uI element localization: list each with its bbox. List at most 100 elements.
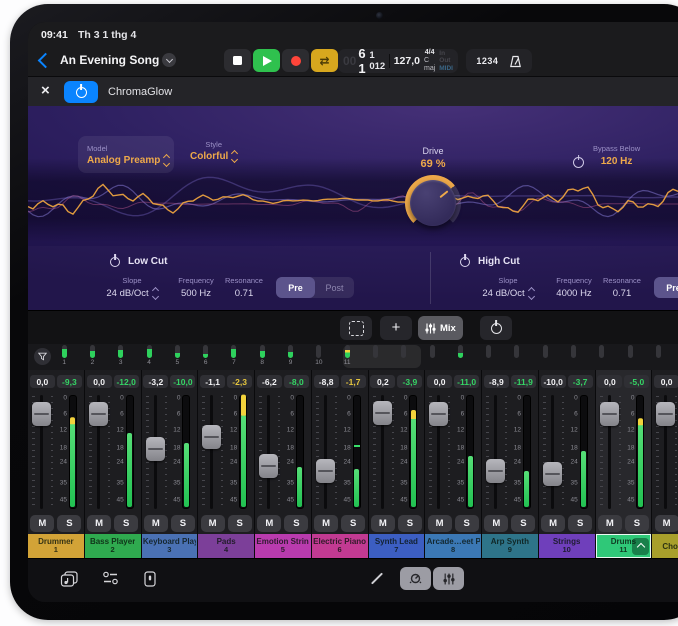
low-cut-slope[interactable]: Slope 24 dB/Oct — [104, 276, 160, 299]
volume-readout[interactable]: 0,0 — [597, 375, 622, 388]
smart-controls-button[interactable] — [400, 567, 431, 590]
volume-readout[interactable]: 0,0 — [30, 375, 55, 388]
song-title[interactable]: An Evening Song — [60, 53, 159, 67]
peak-readout[interactable]: -3,9 — [397, 375, 422, 388]
track-name-label[interactable]: Drummer1 — [28, 534, 84, 558]
track-name-label[interactable]: Strings10 — [539, 534, 595, 558]
volume-readout[interactable]: 0,2 — [370, 375, 395, 388]
add-track-button[interactable]: + — [380, 316, 412, 340]
fader-tile-button[interactable] — [144, 571, 156, 587]
collapse-button[interactable] — [632, 538, 649, 555]
metronome-icon[interactable] — [509, 55, 522, 68]
peak-readout[interactable]: -12,0 — [114, 375, 139, 388]
track-name-label[interactable]: Synth Lead7 — [369, 534, 425, 558]
track-name-label[interactable]: Arp Synth9 — [482, 534, 538, 558]
track-name-label[interactable]: Electric Piano6 — [312, 534, 368, 558]
style-selector[interactable]: Style Colorful — [190, 140, 237, 162]
fader-handle[interactable] — [656, 402, 675, 426]
play-button[interactable] — [253, 49, 280, 72]
song-menu-button[interactable] — [162, 53, 176, 67]
lcd-display[interactable]: 00 6 1 1 012 127,0 4/4 C maj In Out MIDI — [338, 49, 458, 73]
stop-button[interactable] — [224, 49, 251, 72]
loop-browser-button[interactable] — [60, 571, 79, 588]
volume-readout[interactable]: -8,8 — [314, 375, 339, 388]
fader-handle[interactable] — [316, 459, 335, 483]
bypass-power-button[interactable] — [573, 155, 584, 173]
fader-handle[interactable] — [146, 437, 165, 461]
record-button[interactable] — [282, 49, 309, 72]
solo-button[interactable]: S — [568, 515, 592, 532]
peak-readout[interactable]: -3,7 — [568, 375, 593, 388]
model-selector[interactable]: Model Analog Preamp — [78, 136, 174, 173]
high-cut-resonance[interactable]: Resonance 0.71 — [596, 276, 648, 299]
pre-option[interactable]: Pre — [654, 277, 678, 298]
peak-readout[interactable]: -11,9 — [511, 375, 536, 388]
solo-button[interactable]: S — [455, 515, 479, 532]
solo-button[interactable]: S — [511, 515, 535, 532]
high-cut-slope[interactable]: Slope 24 dB/Oct — [480, 276, 536, 299]
filter-button[interactable] — [34, 348, 51, 365]
track-name-label[interactable]: Emotion Strings5 — [255, 534, 311, 558]
volume-readout[interactable]: -1,1 — [200, 375, 225, 388]
post-option[interactable]: Post — [315, 277, 354, 298]
fader-handle[interactable] — [202, 425, 221, 449]
mute-button[interactable]: M — [257, 515, 281, 532]
peak-readout[interactable]: -9,3 — [57, 375, 82, 388]
solo-button[interactable]: S — [171, 515, 195, 532]
solo-button[interactable]: S — [228, 515, 252, 532]
peak-readout[interactable]: -10,0 — [170, 375, 195, 388]
high-cut-power-button[interactable] — [460, 257, 470, 267]
fader-handle[interactable] — [373, 401, 392, 425]
low-cut-power-button[interactable] — [110, 257, 120, 267]
mute-button[interactable]: M — [541, 515, 565, 532]
mix-button[interactable]: Mix — [418, 316, 463, 340]
peak-readout[interactable]: -11,0 — [454, 375, 479, 388]
fader-handle[interactable] — [89, 402, 108, 426]
mute-button[interactable]: M — [655, 515, 678, 532]
solo-button[interactable]: S — [284, 515, 308, 532]
solo-button[interactable]: S — [625, 515, 649, 532]
track-name-label[interactable]: Bass Player2 — [85, 534, 141, 558]
count-in-button[interactable]: 1234 — [476, 56, 498, 66]
cycle-button[interactable]: ⇄ — [311, 49, 338, 72]
track-name-label[interactable]: Pads4 — [198, 534, 254, 558]
solo-button[interactable]: S — [57, 515, 81, 532]
fader-handle[interactable] — [32, 402, 51, 426]
pre-option[interactable]: Pre — [276, 277, 315, 298]
mute-button[interactable]: M — [314, 515, 338, 532]
volume-readout[interactable]: -6,2 — [257, 375, 282, 388]
bypass-below-control[interactable]: Bypass Below 120 Hz — [593, 144, 640, 167]
peak-readout[interactable]: -2,3 — [227, 375, 252, 388]
drive-knob[interactable] — [405, 175, 461, 231]
track-name-label[interactable]: Keyboard Player3 — [142, 534, 198, 558]
mute-button[interactable]: M — [371, 515, 395, 532]
plugin-power-button[interactable] — [64, 81, 98, 103]
fader-handle[interactable] — [600, 402, 619, 426]
back-button[interactable] — [40, 53, 51, 71]
peak-readout[interactable]: -1,7 — [341, 375, 366, 388]
mute-button[interactable]: M — [144, 515, 168, 532]
fader-handle[interactable] — [259, 454, 278, 478]
mute-button[interactable]: M — [428, 515, 452, 532]
track-name-label[interactable]: Arcade…eet Pad8 — [425, 534, 481, 558]
marquee-button[interactable] — [340, 316, 372, 340]
mute-button[interactable]: M — [201, 515, 225, 532]
mixer-view-button[interactable] — [433, 567, 464, 590]
mute-button[interactable]: M — [30, 515, 54, 532]
mute-button[interactable]: M — [598, 515, 622, 532]
track-name-label[interactable]: Chorus V — [652, 534, 678, 558]
solo-button[interactable]: S — [398, 515, 422, 532]
low-cut-resonance[interactable]: Resonance 0.71 — [218, 276, 270, 299]
mute-button[interactable]: M — [87, 515, 111, 532]
fader-handle[interactable] — [429, 402, 448, 426]
fader-handle[interactable] — [543, 462, 562, 486]
volume-readout[interactable]: 0,0 — [87, 375, 112, 388]
pencil-tool-button[interactable] — [376, 571, 378, 586]
plugins-button[interactable] — [102, 571, 119, 585]
volume-readout[interactable]: -10,0 — [541, 375, 566, 388]
mixer-power-button[interactable] — [480, 316, 512, 340]
high-cut-frequency[interactable]: Frequency 4000 Hz — [548, 276, 600, 299]
close-plugin-button[interactable]: × — [41, 82, 50, 99]
solo-button[interactable]: S — [341, 515, 365, 532]
mute-button[interactable]: M — [484, 515, 508, 532]
